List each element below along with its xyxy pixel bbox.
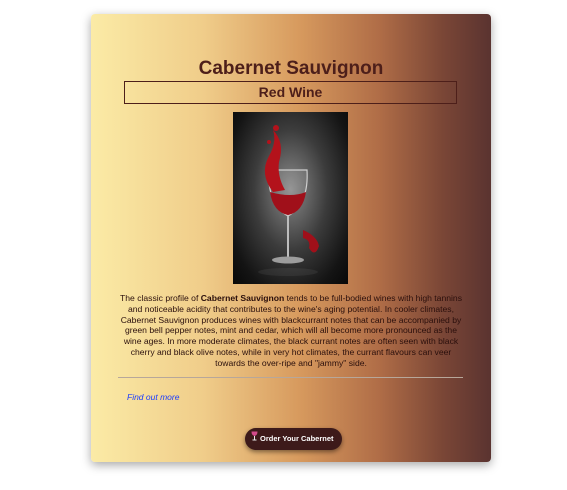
- wine-fill: [270, 192, 306, 215]
- wine-droplet: [273, 125, 279, 131]
- wine-card: Cabernet Sauvignon Red Wine The classic …: [91, 14, 491, 462]
- description-wine-name: Cabernet Sauvignon: [200, 293, 285, 303]
- order-button[interactable]: Order Your Cabernet: [245, 428, 342, 450]
- description-body: tends to be full-bodied wines with high …: [120, 293, 462, 368]
- glass-base: [272, 256, 304, 264]
- floor-reflection: [258, 268, 318, 276]
- wine-drip: [303, 230, 319, 253]
- wine-description: The classic profile of Cabernet Sauvigno…: [117, 293, 465, 369]
- page-title: Cabernet Sauvignon: [198, 58, 384, 79]
- wine-glass-splash-image: [233, 112, 348, 284]
- wine-glass-icon: [251, 428, 258, 450]
- wine-type-box: Red Wine: [124, 81, 457, 104]
- wine-droplet: [267, 140, 271, 144]
- divider: [118, 377, 463, 378]
- order-button-label: Order Your Cabernet: [260, 434, 334, 443]
- find-out-more-link[interactable]: Find out more: [127, 392, 179, 402]
- wine-glass-illustration: [258, 125, 319, 276]
- glass-stem: [287, 216, 289, 258]
- description-lead: The classic profile of: [120, 293, 201, 303]
